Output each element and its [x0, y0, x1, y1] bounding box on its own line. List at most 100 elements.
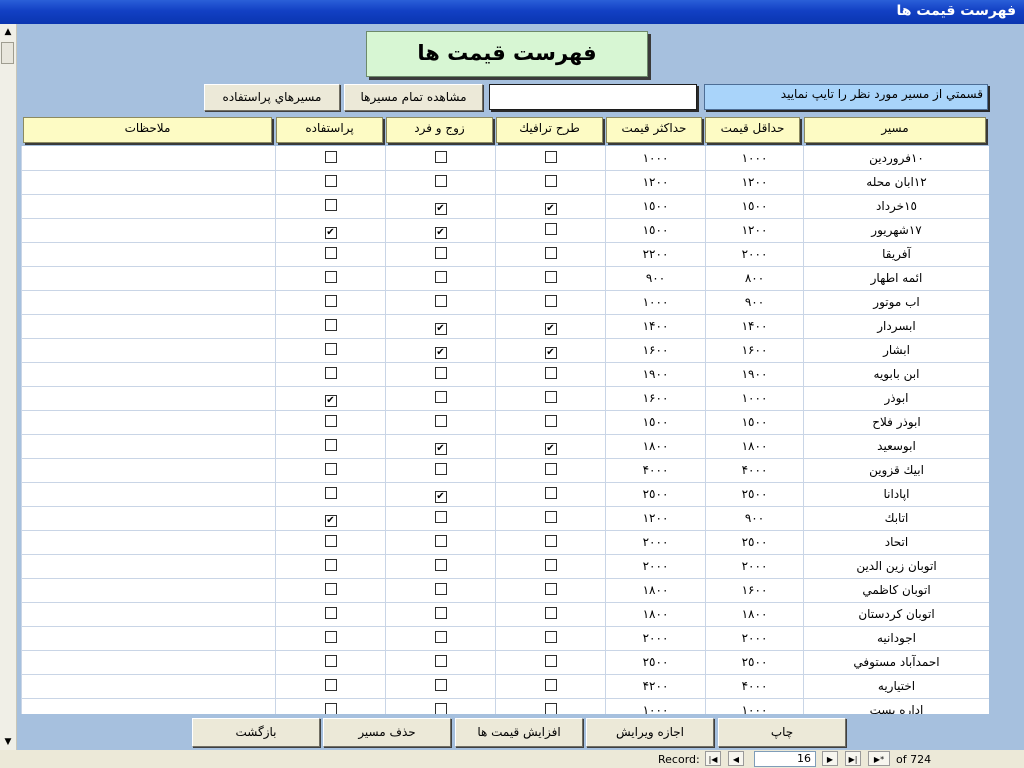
cell-notes[interactable]: [21, 266, 275, 290]
current-record-field[interactable]: 16: [754, 751, 816, 767]
table-row[interactable]: ١٠٠٠ ٩٠٠ اب موتور: [21, 290, 989, 315]
checkbox-frequent[interactable]: [324, 559, 337, 571]
cell-max-price[interactable]: ١٥٠٠: [605, 194, 705, 218]
scroll-up-arrow-icon[interactable]: ▲: [0, 24, 16, 40]
frequent-routes-button[interactable]: مسيرهاي پراستفاده: [204, 84, 340, 111]
cell-route[interactable]: احمدآباد مستوفي: [803, 650, 989, 674]
cell-max-price[interactable]: ١٥٠٠: [605, 410, 705, 434]
table-row[interactable]: ✔ ١۶٠٠ ١٠٠٠ ابوذر: [21, 386, 989, 411]
cell-max-price[interactable]: ١٨٠٠: [605, 434, 705, 458]
checkbox-frequent[interactable]: [324, 367, 337, 379]
cell-notes[interactable]: [21, 434, 275, 458]
table-row[interactable]: ٢٢٠٠ ٢٠٠٠ آفريقا: [21, 242, 989, 267]
cell-min-price[interactable]: ١۴٠٠: [705, 314, 803, 338]
cell-max-price[interactable]: ١٢٠٠: [605, 170, 705, 194]
checkbox-odd-even[interactable]: [434, 679, 447, 691]
next-record-icon[interactable]: ▶: [822, 751, 838, 766]
checkbox-odd-even[interactable]: [434, 247, 447, 259]
checkbox-traffic-plan[interactable]: [544, 223, 557, 235]
checkbox-frequent[interactable]: [324, 679, 337, 691]
cell-route[interactable]: آفريقا: [803, 242, 989, 266]
checkbox-odd-even[interactable]: [434, 655, 447, 667]
checkbox-odd-even[interactable]: [434, 175, 447, 187]
checkbox-frequent[interactable]: [324, 463, 337, 475]
cell-min-price[interactable]: ٢٥٠٠: [705, 482, 803, 506]
checkbox-traffic-plan[interactable]: [544, 295, 557, 307]
checkbox-frequent[interactable]: [324, 343, 337, 355]
cell-min-price[interactable]: ٢٥٠٠: [705, 650, 803, 674]
checkbox-traffic-plan[interactable]: [544, 679, 557, 691]
checkbox-odd-even[interactable]: ✔: [434, 323, 447, 335]
checkbox-frequent[interactable]: [324, 247, 337, 259]
cell-min-price[interactable]: ١٨٠٠: [705, 434, 803, 458]
cell-max-price[interactable]: ٢٥٠٠: [605, 650, 705, 674]
cell-max-price[interactable]: ١٨٠٠: [605, 602, 705, 626]
checkbox-traffic-plan[interactable]: [544, 247, 557, 259]
scroll-down-arrow-icon[interactable]: ▼: [0, 734, 16, 750]
cell-min-price[interactable]: ٨٠٠: [705, 266, 803, 290]
cell-min-price[interactable]: ١۶٠٠: [705, 338, 803, 362]
cell-min-price[interactable]: ١٨٠٠: [705, 602, 803, 626]
cell-max-price[interactable]: ٢٢٠٠: [605, 242, 705, 266]
table-row[interactable]: ١٠٠٠ ١٠٠٠ اداره پست: [21, 698, 989, 714]
print-button[interactable]: چاپ: [718, 718, 846, 747]
checkbox-frequent[interactable]: [324, 415, 337, 427]
table-row[interactable]: ١٥٠٠ ١٥٠٠ ابوذر فلاح: [21, 410, 989, 435]
checkbox-frequent[interactable]: [324, 655, 337, 667]
checkbox-odd-even[interactable]: [434, 583, 447, 595]
cell-notes[interactable]: [21, 458, 275, 482]
checkbox-frequent[interactable]: [324, 703, 337, 714]
table-row[interactable]: ✔ ٢٥٠٠ ٢٥٠٠ اپادانا: [21, 482, 989, 507]
checkbox-traffic-plan[interactable]: [544, 535, 557, 547]
checkbox-odd-even[interactable]: ✔: [434, 227, 447, 239]
table-row[interactable]: ✔ ✔ ١٥٠٠ ١٥٠٠ ١٥خرداد: [21, 194, 989, 219]
checkbox-odd-even[interactable]: [434, 559, 447, 571]
checkbox-odd-even[interactable]: [434, 391, 447, 403]
checkbox-frequent[interactable]: [324, 151, 337, 163]
cell-max-price[interactable]: ٢٠٠٠: [605, 626, 705, 650]
cell-notes[interactable]: [21, 554, 275, 578]
cell-min-price[interactable]: ٢٥٠٠: [705, 530, 803, 554]
checkbox-traffic-plan[interactable]: [544, 487, 557, 499]
cell-route[interactable]: ١٥خرداد: [803, 194, 989, 218]
cell-notes[interactable]: [21, 482, 275, 506]
checkbox-frequent[interactable]: [324, 439, 337, 451]
cell-min-price[interactable]: ١۶٠٠: [705, 578, 803, 602]
cell-route[interactable]: اتوبان زين الدين: [803, 554, 989, 578]
checkbox-odd-even[interactable]: ✔: [434, 443, 447, 455]
checkbox-frequent[interactable]: ✔: [324, 227, 337, 239]
cell-min-price[interactable]: ١٠٠٠: [705, 698, 803, 714]
cell-notes[interactable]: [21, 578, 275, 602]
cell-notes[interactable]: [21, 602, 275, 626]
table-row[interactable]: ✔ ✔ ١۴٠٠ ١۴٠٠ ابسردار: [21, 314, 989, 339]
table-row[interactable]: ١٠٠٠ ١٠٠٠ ١٠فروردين: [21, 146, 989, 171]
cell-max-price[interactable]: ١٥٠٠: [605, 218, 705, 242]
cell-min-price[interactable]: ١٢٠٠: [705, 218, 803, 242]
table-row[interactable]: ٢٥٠٠ ٢٥٠٠ احمدآباد مستوفي: [21, 650, 989, 675]
checkbox-frequent[interactable]: ✔: [324, 515, 337, 527]
cell-min-price[interactable]: ١٠٠٠: [705, 386, 803, 410]
cell-notes[interactable]: [21, 530, 275, 554]
cell-route[interactable]: ابيك قزوين: [803, 458, 989, 482]
cell-route[interactable]: ١٢ابان محله: [803, 170, 989, 194]
cell-notes[interactable]: [21, 626, 275, 650]
cell-notes[interactable]: [21, 218, 275, 242]
table-row[interactable]: ✔ ✔ ١۶٠٠ ١۶٠٠ ابشار: [21, 338, 989, 363]
checkbox-traffic-plan[interactable]: [544, 391, 557, 403]
table-row[interactable]: ۴٠٠٠ ۴٠٠٠ ابيك قزوين: [21, 458, 989, 483]
cell-notes[interactable]: [21, 650, 275, 674]
checkbox-odd-even[interactable]: [434, 415, 447, 427]
checkbox-traffic-plan[interactable]: ✔: [544, 443, 557, 455]
cell-max-price[interactable]: ۴٠٠٠: [605, 458, 705, 482]
checkbox-frequent[interactable]: [324, 607, 337, 619]
cell-route[interactable]: اتحاد: [803, 530, 989, 554]
table-row[interactable]: ✔ ١٢٠٠ ٩٠٠ اتابك: [21, 506, 989, 531]
cell-route[interactable]: اتوبان كاظمي: [803, 578, 989, 602]
cell-min-price[interactable]: ١٥٠٠: [705, 194, 803, 218]
cell-notes[interactable]: [21, 146, 275, 170]
checkbox-traffic-plan[interactable]: [544, 271, 557, 283]
checkbox-traffic-plan[interactable]: [544, 583, 557, 595]
checkbox-traffic-plan[interactable]: [544, 559, 557, 571]
cell-max-price[interactable]: ١٢٠٠: [605, 506, 705, 530]
cell-notes[interactable]: [21, 698, 275, 714]
